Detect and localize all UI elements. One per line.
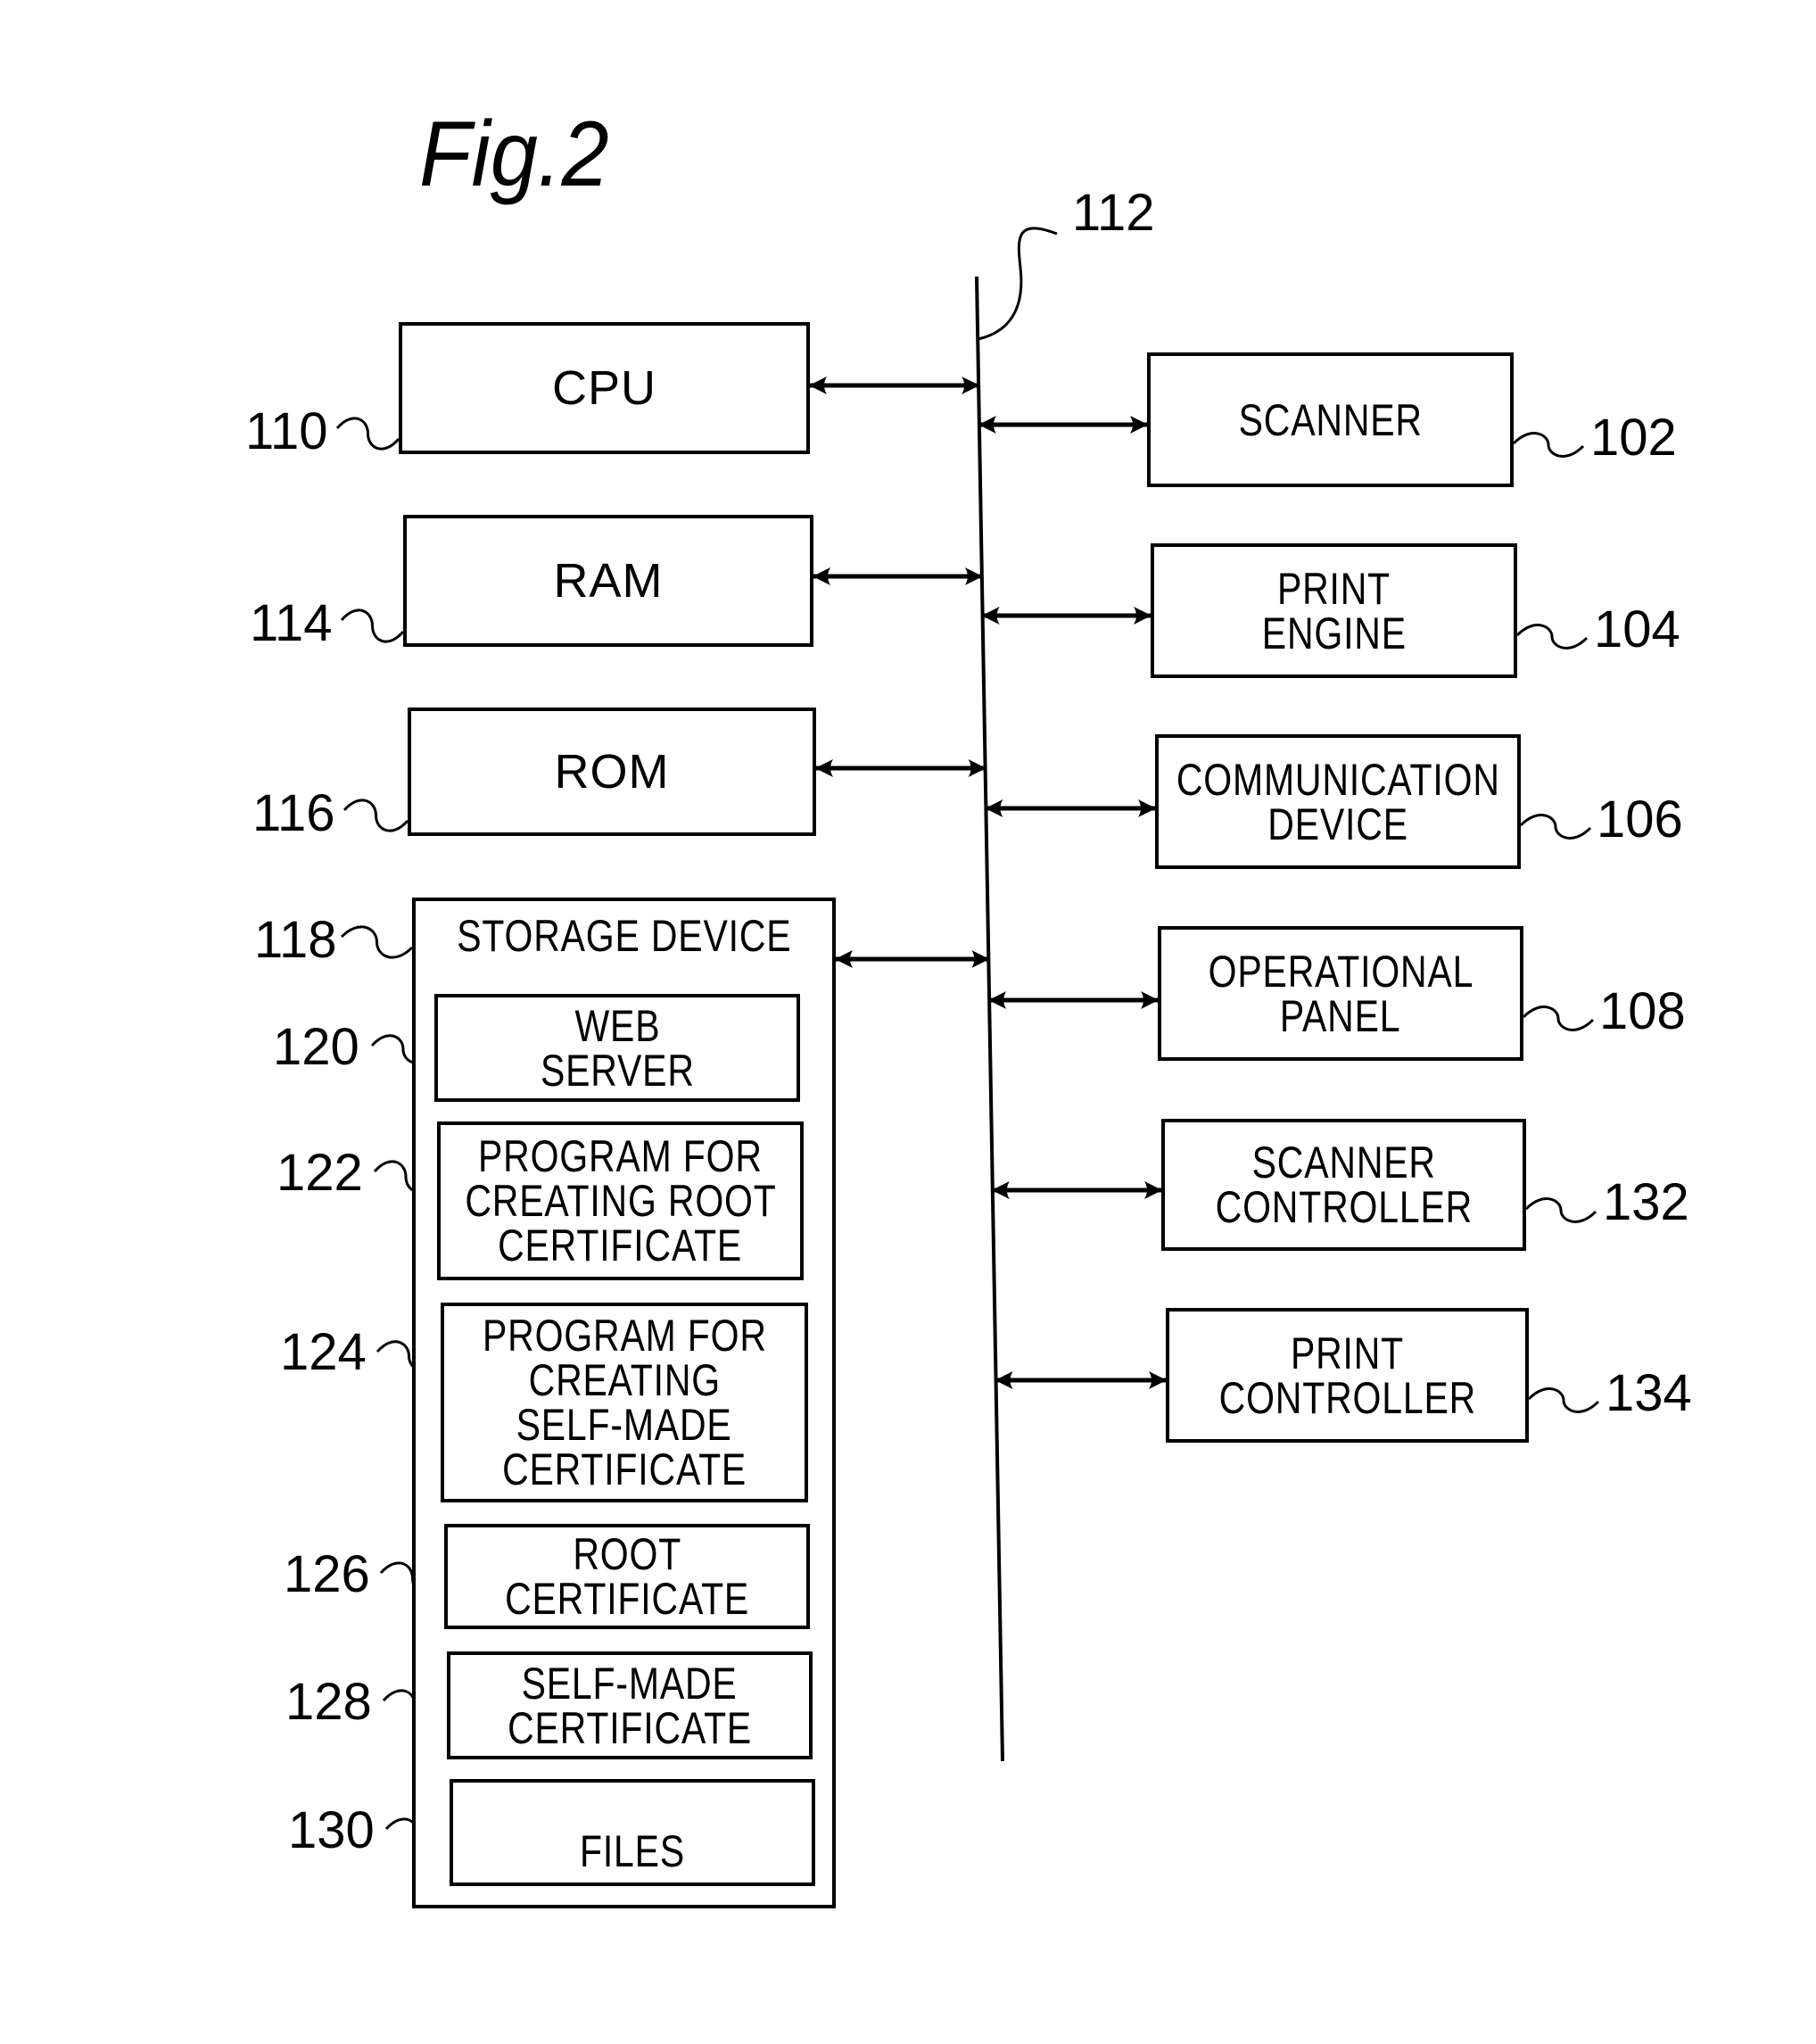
ram-box: RAM <box>403 515 813 647</box>
print-controller-line2: CONTROLLER <box>1218 1372 1476 1423</box>
root-certificate-line2: CERTIFICATE <box>504 1574 750 1624</box>
bus-leader-line <box>978 227 1058 341</box>
scanner-controller-line2: CONTROLLER <box>1215 1182 1473 1232</box>
root-certificate-box: ROOT CERTIFICATE <box>444 1524 810 1629</box>
root-cert-program-box: PROGRAM FOR CREATING ROOT CERTIFICATE <box>437 1121 804 1280</box>
self-made-cert-program-line1: PROGRAM FOR <box>482 1311 767 1361</box>
print-engine-leader <box>1515 624 1589 650</box>
scanner-controller-line1: SCANNER <box>1251 1138 1436 1188</box>
bus-reference-number: 112 <box>1072 184 1155 242</box>
print-controller-ref: 134 <box>1606 1364 1692 1422</box>
self-made-cert-program-ref: 124 <box>280 1323 367 1381</box>
scanner-ref: 102 <box>1590 409 1677 467</box>
web-server-label-line1: WEB <box>574 1000 660 1051</box>
cpu-ref: 110 <box>245 402 328 460</box>
scanner-controller-leader <box>1524 1197 1597 1223</box>
rom-label: ROM <box>554 745 670 799</box>
self-made-cert-program-box: PROGRAM FOR CREATING SELF-MADE CERTIFICA… <box>441 1303 808 1502</box>
communication-device-line1: COMMUNICATION <box>1176 754 1500 805</box>
self-made-cert-program-line3: SELF-MADE <box>516 1400 733 1450</box>
operational-panel-line1: OPERATIONAL <box>1208 946 1473 997</box>
root-cert-program-line3: CERTIFICATE <box>498 1221 743 1270</box>
system-bus <box>975 276 1004 1762</box>
scanner-controller-ref: 132 <box>1603 1173 1689 1231</box>
web-server-label-line2: SERVER <box>540 1045 695 1096</box>
cpu-label: CPU <box>551 361 656 415</box>
self-made-certificate-ref: 128 <box>285 1673 372 1731</box>
scanner-label: SCANNER <box>1238 394 1423 445</box>
operational-panel-line2: PANEL <box>1280 990 1401 1041</box>
communication-device-box: COMMUNICATION DEVICE <box>1155 734 1521 869</box>
self-made-certificate-line2: CERTIFICATE <box>507 1702 753 1753</box>
root-certificate-line1: ROOT <box>573 1529 681 1579</box>
ram-ref: 114 <box>250 594 333 652</box>
storage-device-label: STORAGE DEVICE <box>456 911 792 961</box>
operational-panel-leader <box>1522 1005 1595 1031</box>
print-engine-ref: 104 <box>1594 600 1680 658</box>
communication-device-line2: DEVICE <box>1267 799 1408 849</box>
scanner-leader <box>1512 432 1585 458</box>
operational-panel-ref: 108 <box>1599 982 1686 1040</box>
scanner-box: SCANNER <box>1147 352 1514 487</box>
communication-device-ref: 106 <box>1597 790 1683 848</box>
self-made-cert-program-line4: CERTIFICATE <box>501 1444 747 1494</box>
root-certificate-ref: 126 <box>284 1545 370 1603</box>
root-cert-program-ref: 122 <box>277 1144 363 1202</box>
web-server-ref: 120 <box>273 1018 359 1076</box>
communication-device-leader <box>1519 814 1592 840</box>
self-made-cert-program-line2: CREATING <box>528 1355 721 1405</box>
self-made-certificate-box: SELF-MADE CERTIFICATE <box>447 1651 813 1759</box>
storage-leader <box>340 925 414 959</box>
self-made-certificate-line1: SELF-MADE <box>521 1658 739 1709</box>
root-cert-program-line1: PROGRAM FOR <box>478 1131 763 1181</box>
ram-label: RAM <box>553 554 664 608</box>
files-box: FILES <box>450 1779 815 1886</box>
print-engine-line2: ENGINE <box>1261 608 1407 658</box>
print-controller-box: PRINT CONTROLLER <box>1166 1308 1529 1443</box>
print-engine-box: PRINT ENGINE <box>1151 543 1517 678</box>
root-cert-program-line2: CREATING ROOT <box>464 1176 777 1226</box>
scanner-controller-box: SCANNER CONTROLLER <box>1161 1119 1526 1251</box>
rom-ref: 116 <box>252 784 335 842</box>
rom-box: ROM <box>408 708 816 836</box>
print-controller-line1: PRINT <box>1290 1328 1405 1378</box>
storage-device-ref: 118 <box>254 911 337 969</box>
rom-leader <box>343 799 409 832</box>
files-label: FILES <box>579 1826 686 1876</box>
print-controller-leader <box>1527 1387 1600 1413</box>
cpu-box: CPU <box>399 322 810 454</box>
web-server-box: WEB SERVER <box>434 994 800 1102</box>
cpu-leader <box>335 417 400 451</box>
files-ref: 130 <box>288 1801 375 1859</box>
print-engine-line1: PRINT <box>1276 563 1391 614</box>
operational-panel-box: OPERATIONAL PANEL <box>1158 926 1523 1061</box>
ram-leader <box>340 608 405 643</box>
